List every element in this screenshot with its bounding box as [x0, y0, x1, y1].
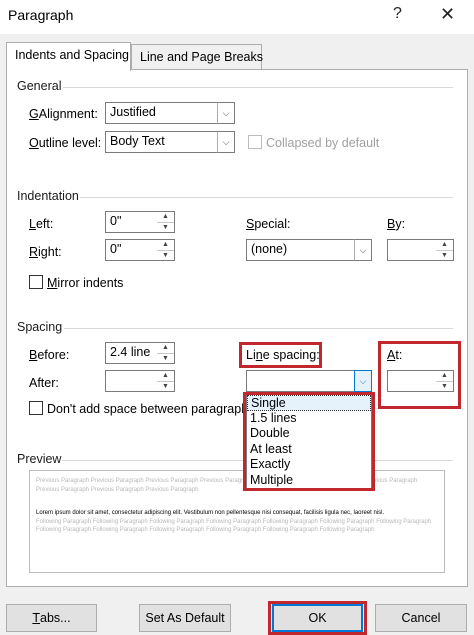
general-heading: General	[17, 79, 62, 93]
collapsed-checkbox[interactable]	[248, 135, 262, 149]
spin-up-icon: ▲	[157, 343, 174, 354]
by-spinner[interactable]: ▲ ▼	[436, 239, 454, 261]
indentation-divider	[80, 197, 453, 198]
at-input[interactable]	[387, 370, 437, 392]
outline-level-label: Outline level:	[29, 136, 102, 150]
at-label: At:	[387, 348, 403, 362]
tab-indents-and-spacing[interactable]: Indents and Spacing	[6, 42, 131, 71]
help-icon[interactable]: ?	[393, 5, 402, 23]
at-spinner[interactable]: ▲ ▼	[436, 370, 454, 392]
left-indent-label: Left:	[29, 217, 54, 231]
special-select[interactable]: (none)	[246, 239, 355, 261]
general-divider	[63, 87, 453, 88]
spacing-heading: Spacing	[17, 320, 63, 334]
left-indent-spinner[interactable]: ▲ ▼	[157, 211, 175, 233]
special-dropdown-arrow-icon[interactable]: ⌵	[354, 239, 372, 261]
cancel-button[interactable]: Cancel	[375, 604, 467, 632]
spin-down-icon: ▼	[162, 382, 169, 390]
spin-down-icon: ▼	[162, 223, 169, 231]
right-indent-input[interactable]: 0"	[105, 239, 158, 261]
special-label: Special:	[246, 217, 291, 231]
before-spinner[interactable]: ▲ ▼	[157, 342, 175, 364]
spin-down-icon: ▼	[441, 251, 448, 259]
spacing-divider	[64, 328, 453, 329]
line-spacing-label: Line spacing:	[246, 348, 320, 362]
alignment-label: GAlignment:	[29, 107, 98, 121]
after-label: After:	[29, 376, 59, 390]
after-spinner[interactable]: ▲ ▼	[157, 370, 175, 392]
mirror-indents-checkbox[interactable]	[29, 275, 43, 289]
alignment-select[interactable]: Justified	[105, 102, 218, 124]
spin-up-icon: ▲	[157, 240, 174, 251]
outline-level-dropdown-arrow-icon[interactable]: ⌵	[217, 131, 235, 153]
spin-down-icon: ▼	[441, 382, 448, 390]
spin-down-icon: ▼	[162, 354, 169, 362]
dialog-title: Paragraph	[8, 7, 74, 23]
line-spacing-dropdown-arrow-icon[interactable]: ⌵	[354, 370, 372, 392]
set-as-default-button[interactable]: Set As Default	[139, 604, 231, 632]
options-highlight	[243, 392, 375, 491]
preview-previous-paragraph: Previous Paragraph Previous Paragraph Pr…	[36, 478, 418, 493]
preview-sample-paragraph: Lorem ipsum dolor sit amet, consectetur …	[36, 510, 385, 516]
left-indent-input[interactable]: 0"	[105, 211, 158, 233]
spin-down-icon: ▼	[162, 251, 169, 259]
indentation-heading: Indentation	[17, 189, 79, 203]
outline-level-select[interactable]: Body Text	[105, 131, 218, 153]
preview-heading: Preview	[17, 452, 62, 466]
tabs-button[interactable]: Tabs...	[6, 604, 97, 632]
spin-up-icon: ▲	[436, 240, 453, 251]
before-input[interactable]: 2.4 line	[105, 342, 158, 364]
dont-add-space-checkbox[interactable]	[29, 401, 43, 415]
mirror-indents-label: Mirror indents	[47, 276, 124, 290]
spin-up-icon: ▲	[436, 371, 453, 382]
by-input[interactable]	[387, 239, 437, 261]
ok-button[interactable]: OK	[272, 604, 363, 632]
preview-box: Previous Paragraph Previous Paragraph Pr…	[29, 470, 445, 573]
right-indent-label: Right:	[29, 245, 62, 259]
collapsed-label: Collapsed by default	[266, 136, 380, 150]
close-icon[interactable]: ✕	[440, 4, 455, 25]
spin-up-icon: ▲	[157, 212, 174, 223]
after-input[interactable]	[105, 370, 158, 392]
spin-up-icon: ▲	[157, 371, 174, 382]
line-spacing-select[interactable]	[246, 370, 355, 392]
tab-line-and-page-breaks[interactable]: Line and Page Breaks	[131, 44, 263, 69]
before-label: Before:	[29, 348, 70, 362]
dont-add-space-label: Don't add space between paragraphs o	[47, 402, 265, 416]
preview-following-paragraph: Following Paragraph Following Paragraph …	[36, 518, 432, 534]
by-label: By:	[387, 217, 406, 231]
alignment-dropdown-arrow-icon[interactable]: ⌵	[217, 102, 235, 124]
right-indent-spinner[interactable]: ▲ ▼	[157, 239, 175, 261]
